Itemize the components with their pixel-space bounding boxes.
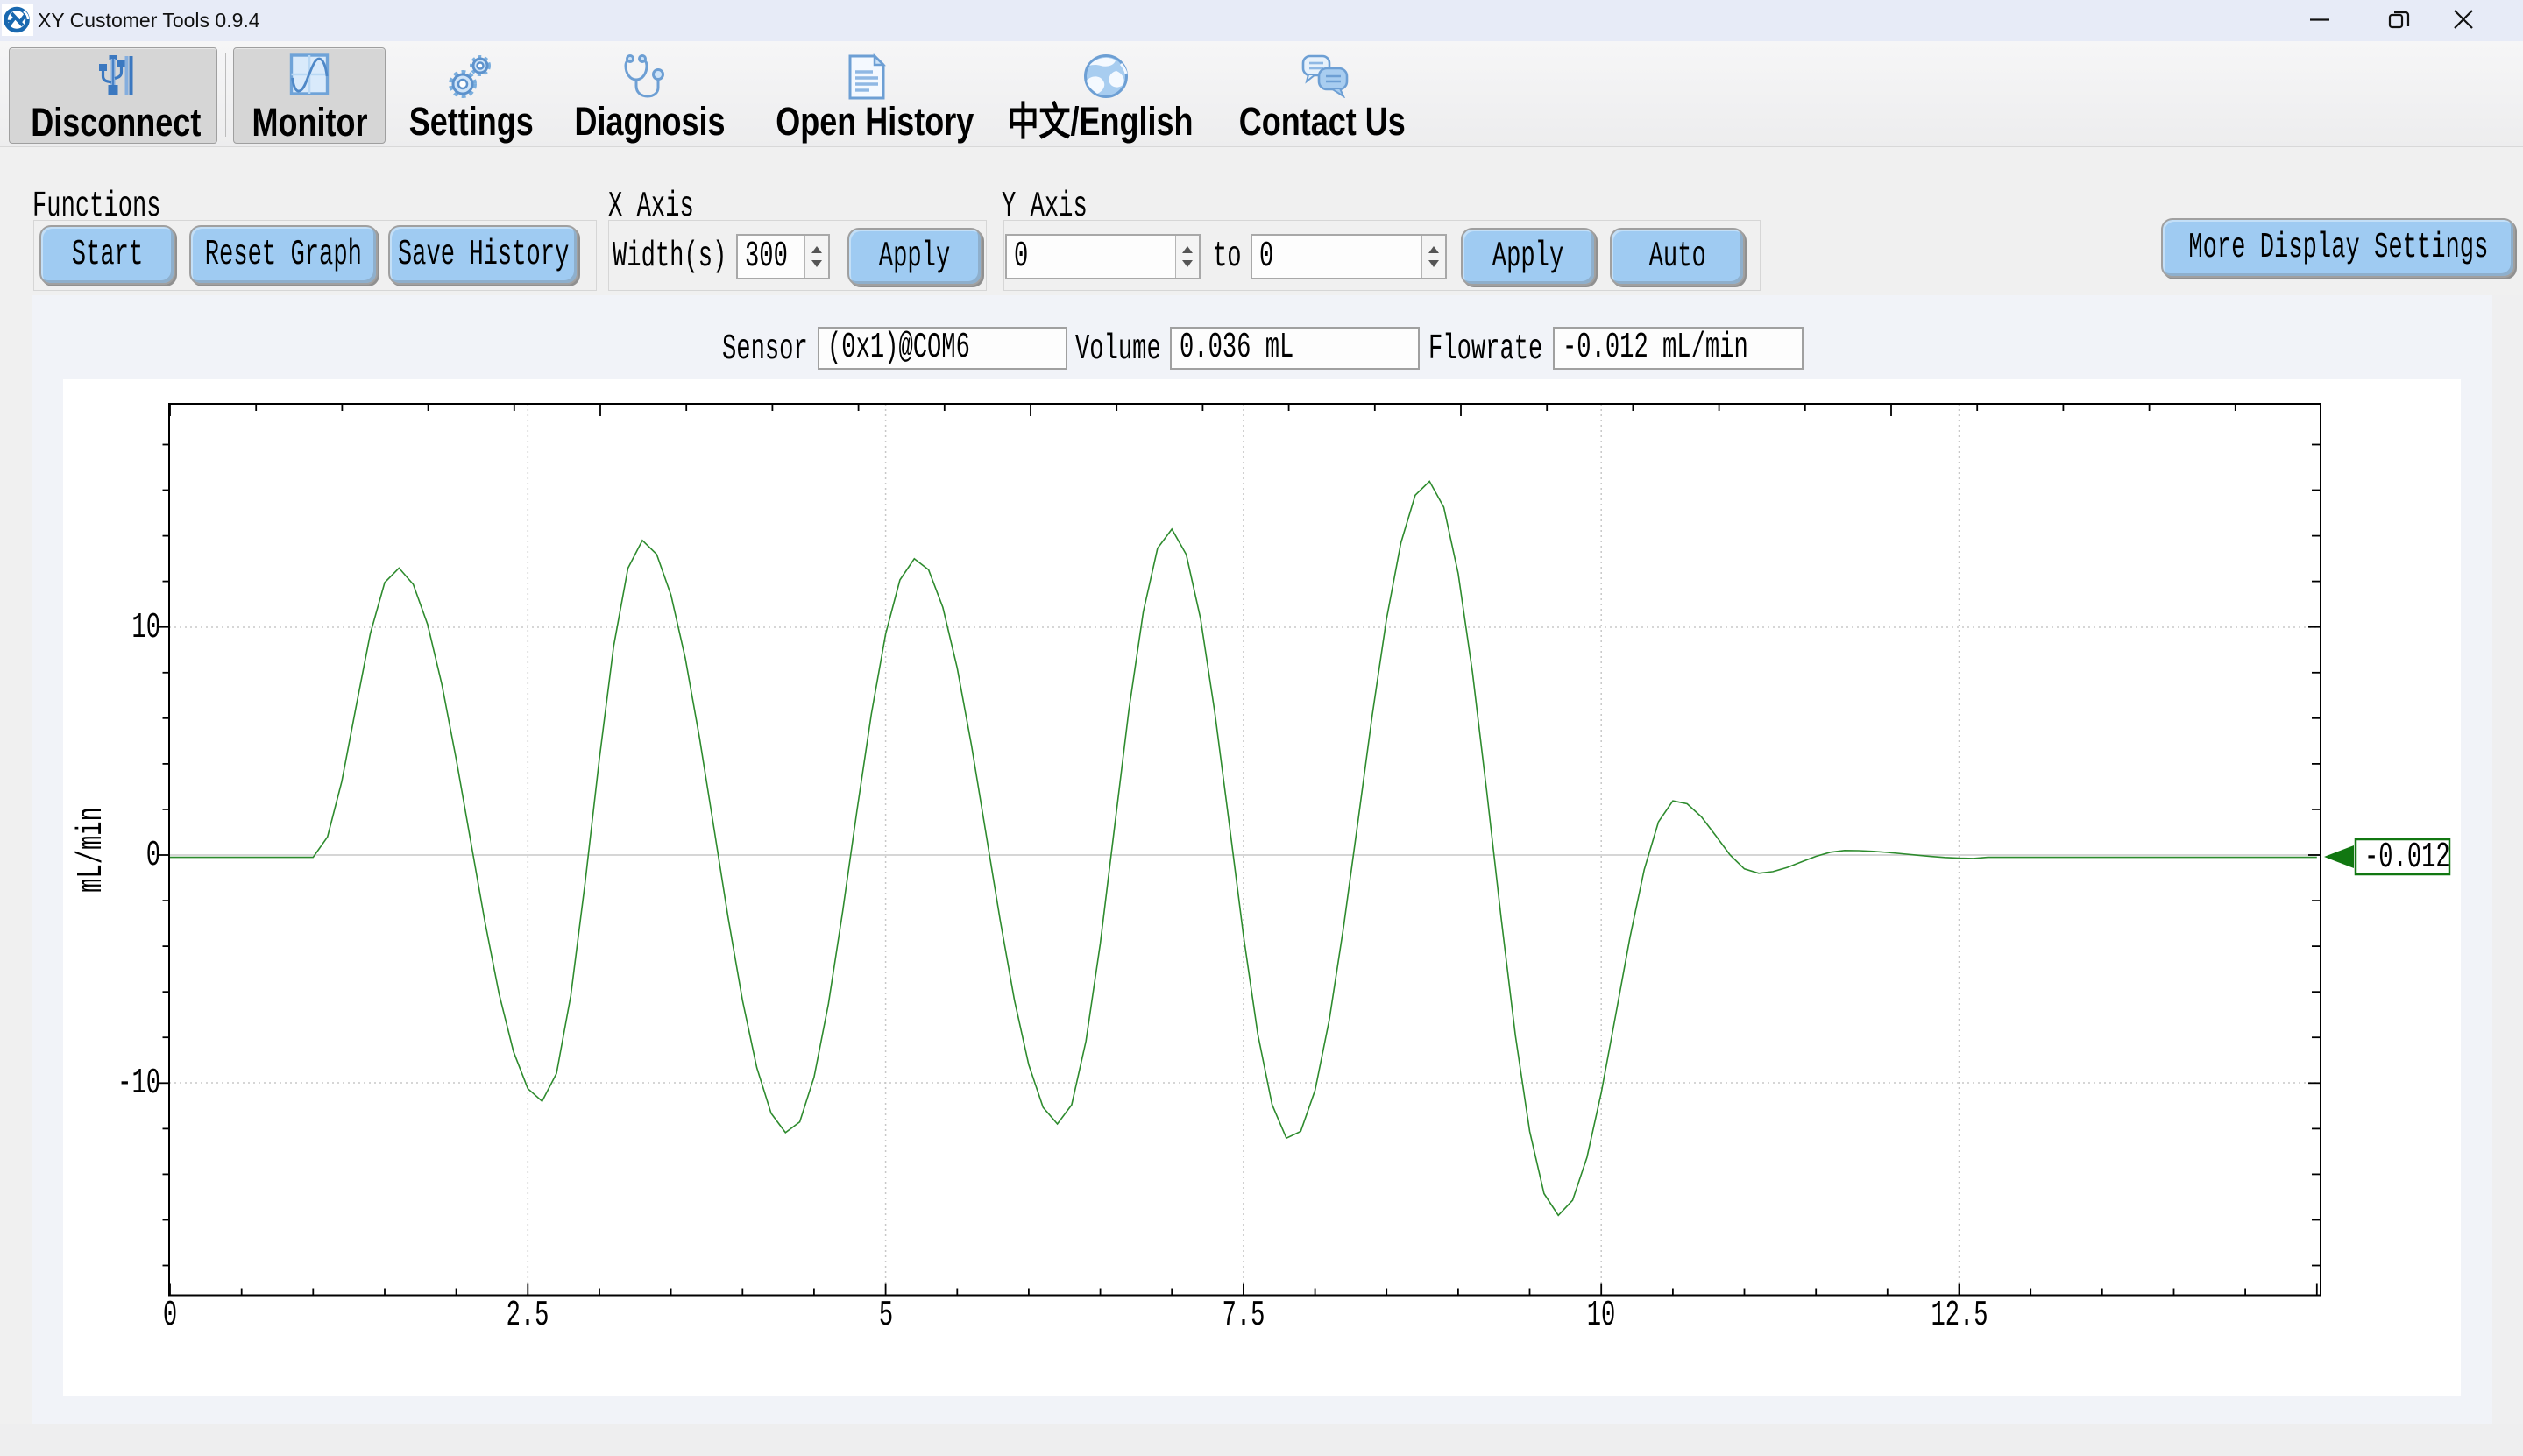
svg-text:-10: -10 <box>117 1064 160 1104</box>
svg-text:7.5: 7.5 <box>1223 1296 1265 1336</box>
svg-text:2.5: 2.5 <box>507 1296 549 1336</box>
svg-text:0: 0 <box>146 836 160 876</box>
svg-text:5: 5 <box>879 1296 893 1336</box>
svg-text:mL/min: mL/min <box>72 807 112 893</box>
svg-text:0: 0 <box>163 1296 177 1336</box>
svg-text:-0.012: -0.012 <box>2364 838 2450 878</box>
svg-text:10: 10 <box>1587 1296 1616 1336</box>
svg-text:10: 10 <box>131 608 160 648</box>
svg-text:12.5: 12.5 <box>1931 1296 1988 1336</box>
